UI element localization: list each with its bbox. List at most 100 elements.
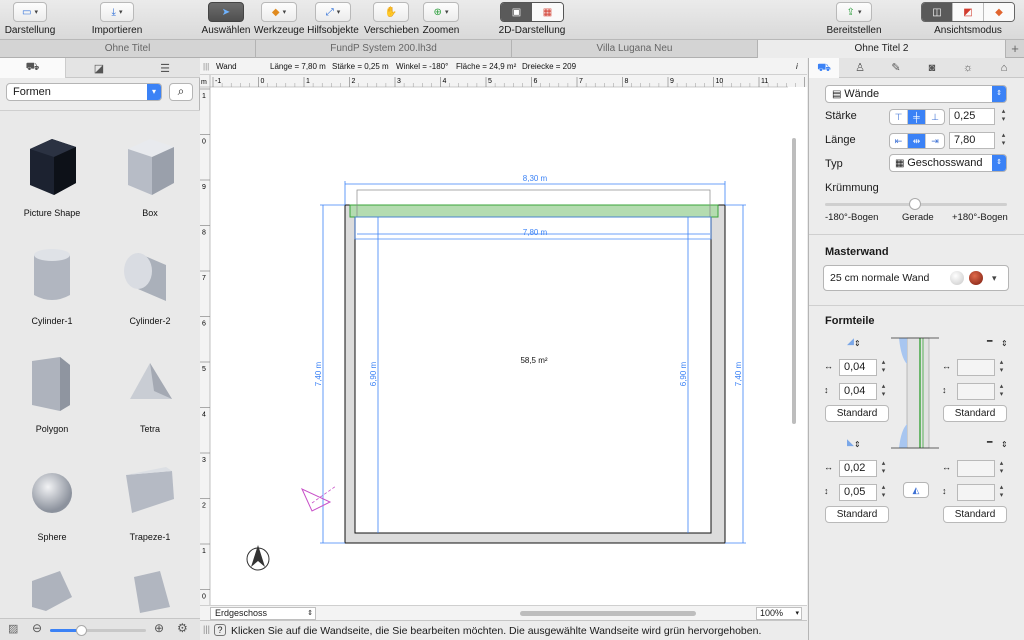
zoomen-button[interactable]: ⊕ ▾ (423, 2, 459, 22)
staerke-stepper[interactable]: ▴ ▾ (999, 108, 1008, 125)
shape-polygon[interactable]: Polygon (2, 351, 102, 434)
tab-pencil-icon[interactable]: ✎ (881, 58, 911, 78)
laenge-stepper[interactable]: ▴ ▾ (999, 132, 1008, 149)
add-tab-button[interactable]: + (1006, 40, 1024, 58)
formteil-2-depth-input[interactable] (957, 383, 995, 400)
shape-trapeze-1[interactable]: Trapeze-1 (100, 459, 200, 542)
staerke-align-segment[interactable]: ⊤ ╪ ⊥ (889, 109, 945, 125)
shape-cylinder-1[interactable]: Cylinder-1 (2, 243, 102, 326)
mirror-button[interactable]: ◭ (903, 482, 929, 498)
werkzeuge-tool[interactable]: ◆ ▾ Werkzeuge (254, 2, 304, 36)
formteil-3-depth-stepper[interactable]: ▴ ▾ (879, 484, 888, 501)
werkzeuge-button[interactable]: ◆ ▾ (261, 2, 297, 22)
room-interior[interactable] (354, 216, 712, 534)
tab-sun-icon[interactable]: ☼ (953, 58, 983, 78)
align-center-icon[interactable]: ╪ (908, 110, 926, 124)
typ-select[interactable]: ▦ Geschosswand ⇕ (889, 154, 1007, 172)
auswaehlen-tool[interactable]: ➤ Auswählen (200, 2, 252, 36)
layout-split-icon[interactable]: ◫ (922, 3, 952, 21)
importieren-button[interactable]: ⤓ ▾ (100, 2, 134, 22)
layout-edit-icon[interactable]: ◩ (952, 3, 983, 21)
formteil-2-depth-stepper[interactable]: ▴ ▾ (997, 383, 1006, 400)
darstellung-tool[interactable]: ▭ ▾ Darstellung (4, 2, 56, 36)
search-button[interactable]: ⌕ (169, 83, 193, 101)
shape-tetra[interactable]: Tetra (100, 351, 200, 434)
tab-ohne-titel-2[interactable]: Ohne Titel 2 (758, 40, 1006, 58)
zoomen-tool[interactable]: ⊕ ▾ Zoomen (420, 2, 462, 36)
thumbnail-size-slider[interactable] (50, 625, 146, 636)
standard-button-1[interactable]: Standard (825, 405, 889, 422)
formteil-3-width-input[interactable]: 0,02 (839, 460, 877, 477)
chevron-updown-icon[interactable]: ⇕ (854, 440, 861, 449)
shape-sphere[interactable]: Sphere (2, 459, 102, 542)
formteil-3-width-stepper[interactable]: ▴ ▾ (879, 460, 888, 477)
view-2d-3d-segment[interactable]: ▣ ▦ (500, 2, 564, 22)
laenge-input[interactable]: 7,80 (949, 132, 995, 149)
info-icon[interactable]: i (796, 58, 798, 75)
tab-camera-icon[interactable]: ◙ (917, 58, 947, 78)
tab-fundp-system[interactable]: FundP System 200.lh3d (256, 40, 512, 58)
formteil-4-width-input[interactable] (957, 460, 995, 477)
object-type-select[interactable]: ▤ Wände ⇕ (825, 85, 1007, 103)
formteil-1-depth-input[interactable]: 0,04 (839, 383, 877, 400)
formteil-2-width-input[interactable] (957, 359, 995, 376)
align-right-icon[interactable]: ⇥ (926, 134, 944, 148)
formteil-1-width-input[interactable]: 0,04 (839, 359, 877, 376)
zoom-select[interactable]: 100% ▾ (756, 607, 802, 620)
importieren-tool[interactable]: ⤓ ▾ Importieren (90, 2, 144, 36)
masterwand-select[interactable]: 25 cm normale Wand ▾ (823, 265, 1009, 291)
hilfsobjekte-tool[interactable]: ⤢ ▾ Hilfsobjekte (306, 2, 360, 36)
slider-knob[interactable] (76, 625, 87, 636)
tab-furniture-icon[interactable]: ⛟ (0, 58, 66, 78)
kruemmung-slider[interactable] (825, 198, 1007, 210)
formteil-1-width-stepper[interactable]: ▴ ▾ (879, 359, 888, 376)
gear-icon[interactable]: ⚙ (177, 621, 188, 635)
shape-partial-2[interactable] (100, 567, 200, 618)
formteil-4-width-stepper[interactable]: ▴ ▾ (997, 460, 1006, 477)
tab-ohne-titel[interactable]: Ohne Titel (0, 40, 256, 58)
horizontal-scrollbar[interactable] (520, 611, 696, 616)
chevron-updown-icon[interactable]: ⇕ (1001, 440, 1008, 449)
darstellung-button[interactable]: ▭ ▾ (13, 2, 47, 22)
laenge-align-segment[interactable]: ⇤ ⇹ ⇥ (889, 133, 945, 149)
vertical-scrollbar[interactable] (792, 138, 796, 424)
standard-button-4[interactable]: Standard (943, 506, 1007, 523)
formteil-4-depth-input[interactable] (957, 484, 995, 501)
standard-button-2[interactable]: Standard (943, 405, 1007, 422)
tab-materials-icon[interactable]: ◪ (66, 58, 132, 78)
sidebar-toggle-icon[interactable]: ||| (203, 58, 209, 75)
shape-picture-shape[interactable]: Picture Shape (2, 135, 102, 218)
category-select[interactable]: Formen ▾ (6, 83, 162, 101)
tab-house-icon[interactable]: ⌂ (989, 58, 1019, 78)
floor-select[interactable]: Erdgeschoss ⇕ (210, 607, 316, 620)
chevron-updown-icon[interactable]: ⇕ (854, 339, 861, 348)
ansichtsmodus-tool[interactable]: ◫ ◩ ◆ Ansichtsmodus (916, 2, 1020, 36)
formteil-1-depth-stepper[interactable]: ▴ ▾ (879, 383, 888, 400)
verschieben-button[interactable]: ✋ (373, 2, 409, 22)
align-middle-icon[interactable]: ⇹ (908, 134, 926, 148)
auswaehlen-button[interactable]: ➤ (208, 2, 244, 22)
standard-button-3[interactable]: Standard (825, 506, 889, 523)
tab-villa-lugana[interactable]: Villa Lugana Neu (512, 40, 758, 58)
sidebar-toggle-icon[interactable]: ||| (203, 624, 210, 634)
tab-wall-icon[interactable]: ⛟ (809, 58, 839, 78)
ansichtsmodus-segment[interactable]: ◫ ◩ ◆ (921, 2, 1015, 22)
view-3d-icon[interactable]: ▦ (532, 3, 563, 21)
formteil-3-depth-input[interactable]: 0,05 (839, 484, 877, 501)
staerke-input[interactable]: 0,25 (949, 108, 995, 125)
tab-list-icon[interactable]: ☰ (132, 58, 198, 78)
floor-plan[interactable]: m -10123456789101112 109876543210 8,30 m… (200, 75, 807, 605)
align-left-icon[interactable]: ⇤ (890, 134, 908, 148)
formteil-4-depth-stepper[interactable]: ▴ ▾ (997, 484, 1006, 501)
view-2d-icon[interactable]: ▣ (501, 3, 532, 21)
tab-stamp-icon[interactable]: ♙ (845, 58, 875, 78)
layout-3d-icon[interactable]: ◆ (983, 3, 1014, 21)
selected-wall-highlight[interactable] (349, 204, 719, 218)
hilfsobjekte-button[interactable]: ⤢ ▾ (315, 2, 351, 22)
shape-box[interactable]: Box (100, 135, 200, 218)
darstellung2d-tool[interactable]: ▣ ▦ 2D-Darstellung (496, 2, 568, 36)
kruemmung-slider-knob[interactable] (909, 198, 921, 210)
shape-cylinder-2[interactable]: Cylinder-2 (100, 243, 200, 326)
bereitstellen-tool[interactable]: ⇪ ▾ Bereitstellen (824, 2, 884, 36)
align-top-icon[interactable]: ⊤ (890, 110, 908, 124)
